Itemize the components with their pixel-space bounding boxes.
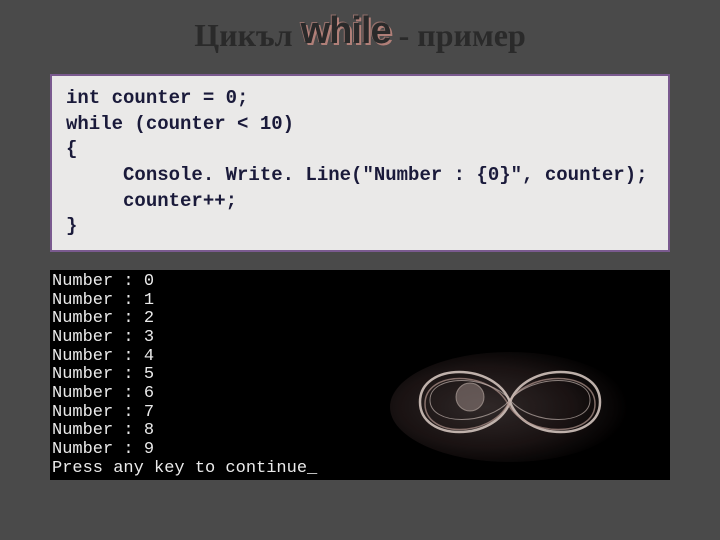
code-content: int counter = 0; while (counter < 10) { …	[66, 86, 654, 240]
slide: Цикъл while - пример int counter = 0; wh…	[0, 0, 720, 540]
title-prefix: Цикъл	[194, 17, 300, 53]
slide-title: Цикъл while - пример	[50, 10, 670, 54]
title-keyword: while	[301, 10, 391, 52]
code-example-box: int counter = 0; while (counter < 10) { …	[50, 74, 670, 252]
console-text: Number : 0 Number : 1 Number : 2 Number …	[50, 270, 670, 479]
console-output-box: Number : 0 Number : 1 Number : 2 Number …	[50, 270, 670, 480]
title-suffix: - пример	[391, 17, 526, 53]
